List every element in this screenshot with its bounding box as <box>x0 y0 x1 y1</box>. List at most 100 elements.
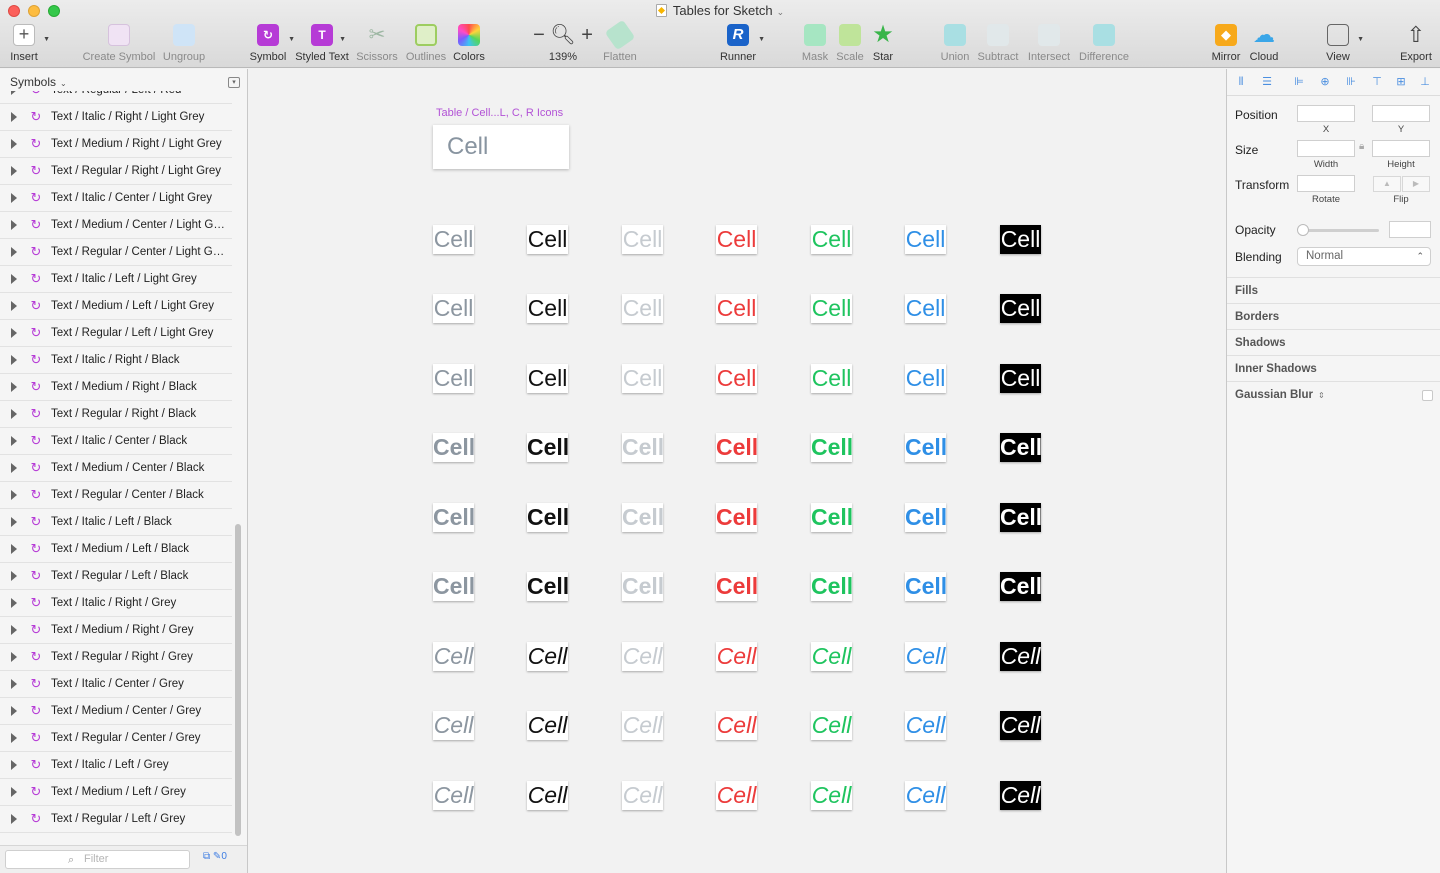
layer-item[interactable]: ↻ Text / Regular / Left / Light Grey <box>0 320 232 347</box>
position-x-input[interactable] <box>1297 105 1355 122</box>
cell-grey-italic[interactable]: Cell <box>433 781 474 810</box>
width-input[interactable] <box>1297 140 1355 157</box>
cell-white-on-black-medium[interactable]: Cell <box>1000 433 1042 462</box>
cell-black-italic[interactable]: Cell <box>527 781 568 810</box>
scale-button[interactable]: Scale <box>835 24 865 66</box>
layer-item[interactable]: ↻ Text / Regular / Center / Light Grey <box>0 239 232 266</box>
cloud-button[interactable]: ☁ Cloud <box>1247 24 1281 66</box>
ungroup-button[interactable]: Ungroup <box>161 24 207 66</box>
artboard[interactable]: Cell <box>433 125 569 169</box>
layer-item[interactable]: ↻ Text / Regular / Center / Black <box>0 482 232 509</box>
cell-blue-italic[interactable]: Cell <box>905 711 946 740</box>
layer-item[interactable]: ↻ Text / Italic / Center / Black <box>0 428 232 455</box>
layer-item[interactable]: ↻ Text / Regular / Right / Light Grey <box>0 158 232 185</box>
layer-item[interactable]: ↻ Text / Medium / Center / Grey <box>0 698 232 725</box>
disclosure-triangle-icon[interactable] <box>11 112 17 122</box>
cell-grey-italic[interactable]: Cell <box>433 642 474 671</box>
cell-black-italic[interactable]: Cell <box>527 642 568 671</box>
layer-item[interactable]: ↻ Text / Italic / Right / Light Grey <box>0 104 232 131</box>
layer-item[interactable]: ↻ Text / Regular / Right / Black <box>0 401 232 428</box>
section-shadows[interactable]: Shadows <box>1227 329 1440 355</box>
filter-input[interactable]: ⌕ Filter <box>5 850 190 869</box>
layer-item[interactable]: ↻ Text / Medium / Right / Grey <box>0 617 232 644</box>
cell-grey-medium[interactable]: Cell <box>433 433 475 462</box>
cell-white-on-black-italic[interactable]: Cell <box>1000 781 1041 810</box>
disclosure-triangle-icon[interactable] <box>11 652 17 662</box>
layer-item[interactable]: ↻ Text / Medium / Center / Black <box>0 455 232 482</box>
cell-red-italic[interactable]: Cell <box>716 642 757 671</box>
layer-item[interactable]: ↻ Text / Regular / Right / Grey <box>0 644 232 671</box>
disclosure-triangle-icon[interactable] <box>11 517 17 527</box>
cell-grey-regular[interactable]: Cell <box>433 225 474 254</box>
cell-green-regular[interactable]: Cell <box>811 294 852 323</box>
layer-item[interactable]: ↻ Text / Medium / Left / Light Grey <box>0 293 232 320</box>
layer-item[interactable]: ↻ Text / Medium / Left / Black <box>0 536 232 563</box>
align-right-icon[interactable]: ⊪ <box>1345 76 1357 88</box>
opacity-slider-handle[interactable] <box>1297 224 1309 236</box>
disclosure-triangle-icon[interactable] <box>11 733 17 743</box>
align-top-icon[interactable]: ⊤ <box>1371 76 1383 88</box>
cell-light-grey-regular[interactable]: Cell <box>622 294 663 323</box>
layer-item[interactable]: ↻ Text / Regular / Center / Grey <box>0 725 232 752</box>
layer-item[interactable]: ↻ Text / Italic / Center / Grey <box>0 671 232 698</box>
cell-grey-medium[interactable]: Cell <box>433 572 475 601</box>
disclosure-triangle-icon[interactable] <box>11 814 17 824</box>
layer-item[interactable]: ↻ Text / Medium / Center / Light Grey <box>0 212 232 239</box>
disclosure-triangle-icon[interactable] <box>11 220 17 230</box>
layer-item[interactable]: ↻ Text / Regular / Left / Red <box>0 91 232 104</box>
position-y-input[interactable] <box>1372 105 1430 122</box>
layer-item[interactable]: ↻ Text / Regular / Left / Grey <box>0 806 232 833</box>
cell-blue-medium[interactable]: Cell <box>905 503 947 532</box>
layer-item[interactable]: ↻ Text / Medium / Right / Light Grey <box>0 131 232 158</box>
collapse-groups-icon[interactable]: ▾ <box>228 77 240 88</box>
cell-red-italic[interactable]: Cell <box>716 711 757 740</box>
scissors-button[interactable]: ✂ Scissors <box>355 24 399 66</box>
cell-blue-italic[interactable]: Cell <box>905 781 946 810</box>
styled-text-button[interactable]: T ▼ Styled Text <box>294 24 350 66</box>
cell-light-grey-regular[interactable]: Cell <box>622 225 663 254</box>
view-button[interactable]: ▼ View <box>1320 24 1364 66</box>
cell-light-grey-medium[interactable]: Cell <box>622 572 664 601</box>
distribute-vertical-icon[interactable]: ☰ <box>1261 76 1273 88</box>
distribute-horizontal-icon[interactable]: ⫴ <box>1235 76 1247 88</box>
cell-grey-italic[interactable]: Cell <box>433 711 474 740</box>
disclosure-triangle-icon[interactable] <box>11 247 17 257</box>
colors-button[interactable]: Colors <box>451 24 487 66</box>
intersect-button[interactable]: Intersect <box>1025 24 1073 66</box>
cell-grey-regular[interactable]: Cell <box>433 364 474 393</box>
rotate-input[interactable] <box>1297 175 1355 192</box>
layer-item[interactable]: ↻ Text / Medium / Right / Black <box>0 374 232 401</box>
canvas[interactable]: Table / Cell...L, C, R Icons Cell Cell Ce… <box>248 69 1226 873</box>
page-selector[interactable]: Symbols ⌄ <box>10 75 67 89</box>
cell-blue-regular[interactable]: Cell <box>905 294 946 323</box>
cell-light-grey-italic[interactable]: Cell <box>622 711 663 740</box>
cell-light-grey-regular[interactable]: Cell <box>622 364 663 393</box>
disclosure-triangle-icon[interactable] <box>11 787 17 797</box>
cell-light-grey-italic[interactable]: Cell <box>622 781 663 810</box>
cell-red-medium[interactable]: Cell <box>716 572 758 601</box>
runner-button[interactable]: R ▼ Runner <box>719 24 765 66</box>
cell-grey-medium[interactable]: Cell <box>433 503 475 532</box>
section-fills[interactable]: Fills <box>1227 277 1440 303</box>
cell-white-on-black-italic[interactable]: Cell <box>1000 642 1041 671</box>
zoom-control[interactable]: − 🔍︎ + 139% <box>533 24 593 66</box>
layer-item[interactable]: ↻ Text / Regular / Left / Black <box>0 563 232 590</box>
cell-green-medium[interactable]: Cell <box>811 572 853 601</box>
cell-green-regular[interactable]: Cell <box>811 225 852 254</box>
cell-green-regular[interactable]: Cell <box>811 364 852 393</box>
cell-red-medium[interactable]: Cell <box>716 433 758 462</box>
disclosure-triangle-icon[interactable] <box>11 490 17 500</box>
cell-light-grey-italic[interactable]: Cell <box>622 642 663 671</box>
cell-light-grey-medium[interactable]: Cell <box>622 433 664 462</box>
disclosure-triangle-icon[interactable] <box>11 436 17 446</box>
symbol-button[interactable]: ↻ ▼ Symbol <box>249 24 295 66</box>
export-button[interactable]: ⇧ Export <box>1396 24 1436 66</box>
layer-item[interactable]: ↻ Text / Italic / Left / Black <box>0 509 232 536</box>
cell-green-italic[interactable]: Cell <box>811 781 852 810</box>
cell-red-regular[interactable]: Cell <box>716 364 757 393</box>
section-inner-shadows[interactable]: Inner Shadows <box>1227 355 1440 381</box>
disclosure-triangle-icon[interactable] <box>11 544 17 554</box>
disclosure-triangle-icon[interactable] <box>11 706 17 716</box>
disclosure-triangle-icon[interactable] <box>11 193 17 203</box>
disclosure-triangle-icon[interactable] <box>11 328 17 338</box>
